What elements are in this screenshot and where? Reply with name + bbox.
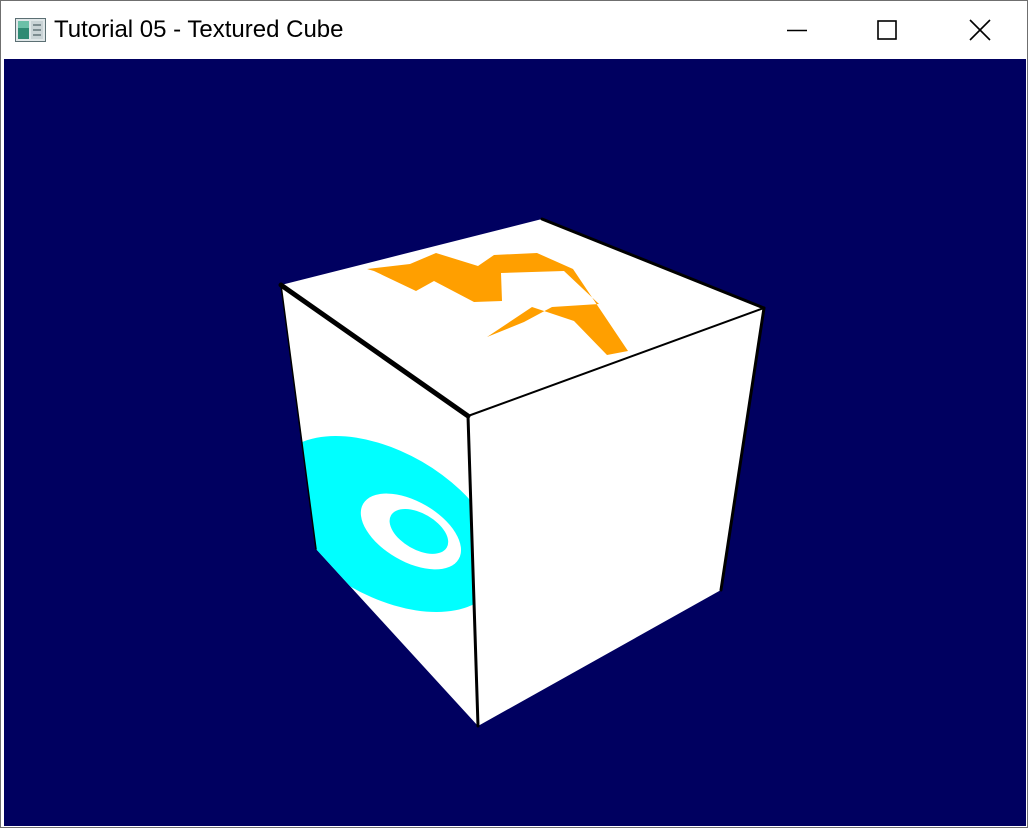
app-window: Tutorial 05 - Textured Cube <box>0 0 1028 828</box>
textured-cube-render <box>278 217 766 728</box>
title-bar[interactable]: Tutorial 05 - Textured Cube <box>1 1 1027 58</box>
maximize-button[interactable] <box>841 1 933 58</box>
minimize-button[interactable] <box>751 1 843 58</box>
minimize-icon <box>787 29 807 31</box>
close-icon <box>969 18 991 41</box>
maximize-icon <box>877 19 897 40</box>
app-icon <box>15 18 46 42</box>
render-viewport[interactable] <box>4 59 1026 826</box>
close-button[interactable] <box>934 1 1026 58</box>
window-title: Tutorial 05 - Textured Cube <box>54 16 344 43</box>
